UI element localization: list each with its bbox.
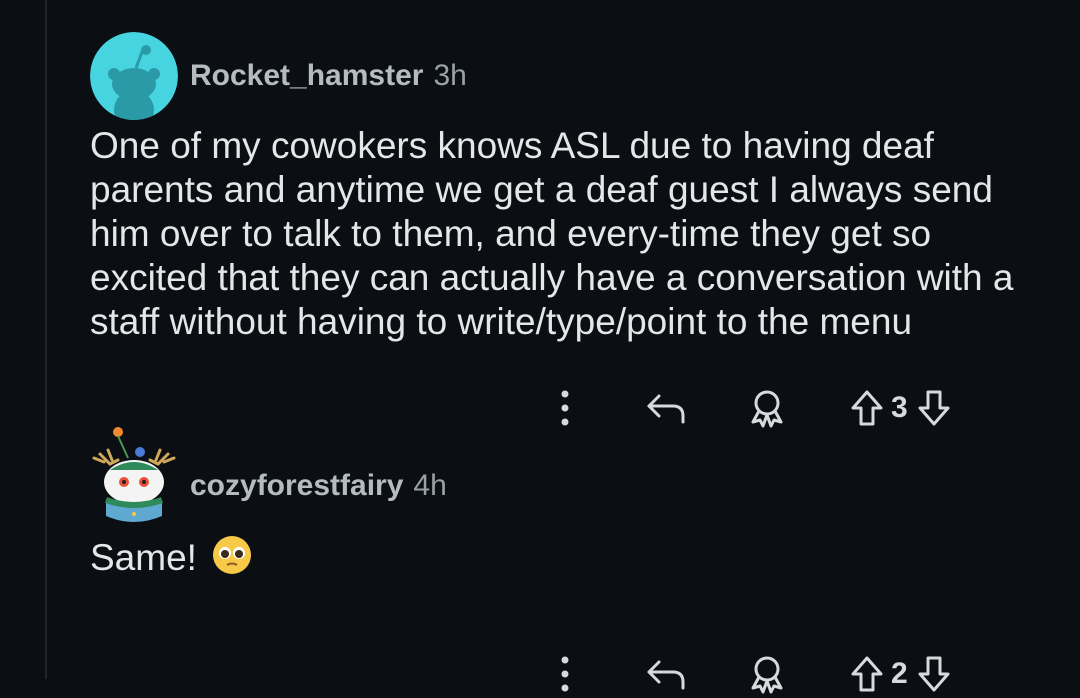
pleading-face-emoji-icon: [211, 534, 253, 576]
downvote-button[interactable]: [914, 384, 954, 432]
upvote-arrow-icon: [851, 390, 883, 426]
vertical-dots-icon: [561, 390, 569, 426]
award-icon: [751, 390, 783, 428]
upvote-arrow-icon: [851, 656, 883, 692]
comment-body: Same!: [90, 534, 1040, 580]
comment: cozyforestfairy 4h Same! 2: [90, 427, 1040, 694]
comment-body: One of my cowokers knows ASL due to havi…: [90, 125, 1014, 342]
award-icon: [751, 656, 783, 694]
reply-button[interactable]: [637, 384, 697, 432]
comment-header: Rocket_hamster 3h: [90, 30, 1040, 122]
reply-arrow-icon: [647, 394, 685, 424]
avatar[interactable]: [90, 32, 178, 120]
upvote-button[interactable]: [847, 384, 887, 432]
username[interactable]: cozyforestfairy: [190, 469, 403, 503]
award-button[interactable]: [737, 384, 797, 432]
vote-score: 3: [891, 391, 908, 424]
more-options-button[interactable]: [545, 384, 585, 432]
thread-line[interactable]: [45, 0, 47, 679]
timestamp: 3h: [433, 59, 467, 92]
downvote-arrow-icon: [918, 656, 950, 692]
vote-score: 2: [891, 657, 908, 690]
reply-button[interactable]: [637, 650, 697, 698]
timestamp: 4h: [413, 469, 447, 502]
comment-text: Same!: [90, 537, 197, 578]
downvote-button[interactable]: [914, 650, 954, 698]
username[interactable]: Rocket_hamster: [190, 59, 423, 93]
vertical-dots-icon: [561, 656, 569, 692]
comment-header: cozyforestfairy 4h: [90, 427, 1040, 532]
more-options-button[interactable]: [545, 650, 585, 698]
avatar[interactable]: [90, 427, 178, 530]
comment: Rocket_hamster 3h One of my cowokers kno…: [90, 30, 1040, 428]
comment-actions: 2: [545, 650, 954, 698]
upvote-button[interactable]: [847, 650, 887, 698]
downvote-arrow-icon: [918, 390, 950, 426]
reply-arrow-icon: [647, 660, 685, 690]
award-button[interactable]: [737, 650, 797, 698]
comment-actions: 3: [545, 384, 954, 432]
